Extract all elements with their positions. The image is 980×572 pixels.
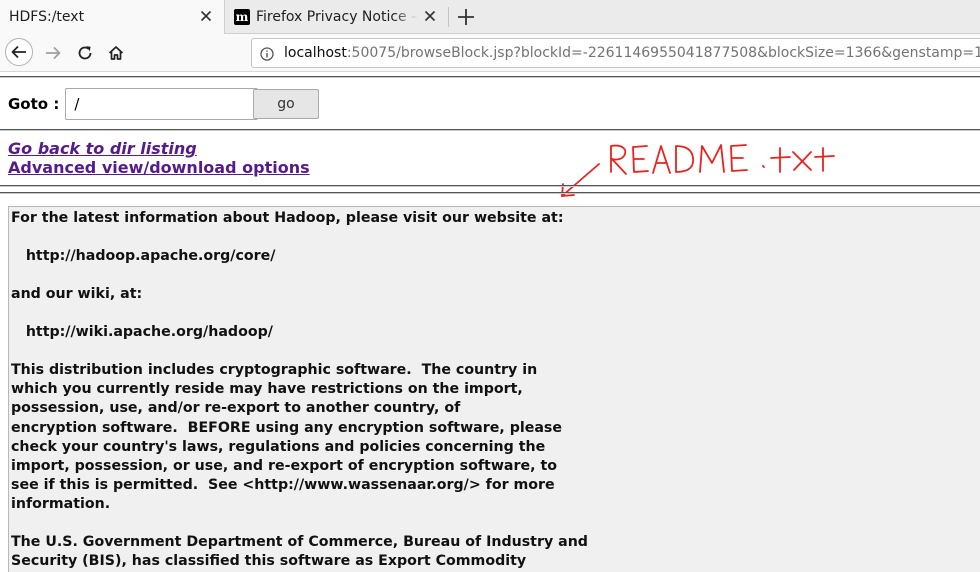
file-line: see if this is permitted. See <http://ww… xyxy=(11,476,555,493)
page-content: Goto : go Go back to dir listing Advance… xyxy=(0,72,980,572)
file-line: which you currently reside may have rest… xyxy=(11,381,523,398)
navigation-toolbar: localhost:50075/browseBlock.jsp?blockId=… xyxy=(0,34,980,72)
file-line: For the latest information about Hadoop,… xyxy=(11,210,564,226)
tab-separator xyxy=(448,7,449,27)
file-content-text: For the latest information about Hadoop,… xyxy=(9,207,980,572)
url-path: :50075/browseBlock.jsp?blockId=-22611469… xyxy=(346,45,980,61)
url-host: localhost xyxy=(284,45,347,61)
handwritten-annotation xyxy=(553,136,853,206)
file-line: check your country's laws, regulations a… xyxy=(11,438,546,455)
goto-label: Goto : xyxy=(8,95,60,113)
file-line: encryption software. BEFORE using any en… xyxy=(11,419,562,436)
file-line: The U.S. Government Department of Commer… xyxy=(11,533,588,550)
reload-icon[interactable] xyxy=(70,38,100,68)
url-text: localhost:50075/browseBlock.jsp?blockId=… xyxy=(284,45,980,61)
goto-form: Goto : xyxy=(8,88,259,120)
file-line: http://hadoop.apache.org/core/ xyxy=(11,248,276,265)
advanced-view-download-link[interactable]: Advanced view/download options xyxy=(8,158,310,177)
divider xyxy=(0,192,980,194)
forward-arrow-icon[interactable] xyxy=(38,38,68,68)
back-to-dir-listing-link[interactable]: Go back to dir listing xyxy=(8,139,197,158)
file-line: possession, use, and/or re-export to ano… xyxy=(11,400,461,417)
home-icon[interactable] xyxy=(101,38,131,68)
file-line: This distribution includes cryptographic… xyxy=(11,362,538,379)
tab-hdfs-text[interactable]: HDFS:/text xyxy=(0,0,225,34)
divider xyxy=(0,129,980,131)
file-line: and our wiki, at: xyxy=(11,286,143,303)
address-bar[interactable]: localhost:50075/browseBlock.jsp?blockId=… xyxy=(251,38,980,68)
close-tab-icon[interactable] xyxy=(422,8,438,24)
divider xyxy=(0,76,980,78)
new-tab-plus-icon[interactable] xyxy=(455,6,477,28)
file-line: information. xyxy=(11,495,111,512)
back-arrow-icon[interactable] xyxy=(5,38,33,66)
close-tab-icon[interactable] xyxy=(198,8,214,24)
tab-title: Firefox Privacy Notice — Mozilla xyxy=(256,9,418,25)
file-line: Security (BIS), has classified this soft… xyxy=(11,552,527,569)
go-button[interactable]: go xyxy=(253,89,319,119)
divider xyxy=(0,185,980,187)
file-line: import, possession, or use, and re-expor… xyxy=(11,457,557,474)
file-content-area[interactable]: For the latest information about Hadoop,… xyxy=(8,206,980,572)
goto-path-input[interactable] xyxy=(65,88,259,120)
site-info-icon[interactable] xyxy=(260,46,274,61)
tab-bar: HDFS:/text m Firefox Privacy Notice — Mo… xyxy=(0,0,980,34)
mozilla-favicon-icon: m xyxy=(234,9,250,25)
tab-title: HDFS:/text xyxy=(9,9,85,25)
tab-firefox-privacy-notice[interactable]: m Firefox Privacy Notice — Mozilla xyxy=(226,0,448,34)
file-line: http://wiki.apache.org/hadoop/ xyxy=(11,324,273,341)
